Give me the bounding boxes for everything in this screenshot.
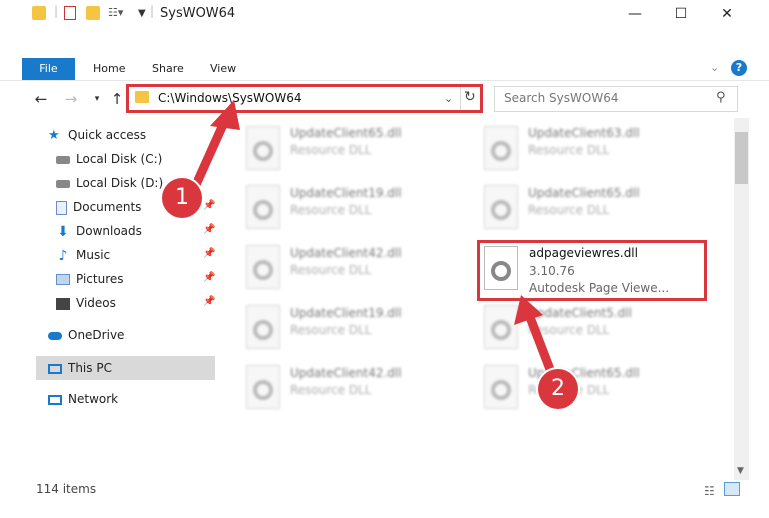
callout-arrows (185, 100, 561, 390)
callout-badge-2: 2 (538, 369, 578, 409)
callout-badge-1: 1 (162, 178, 202, 218)
